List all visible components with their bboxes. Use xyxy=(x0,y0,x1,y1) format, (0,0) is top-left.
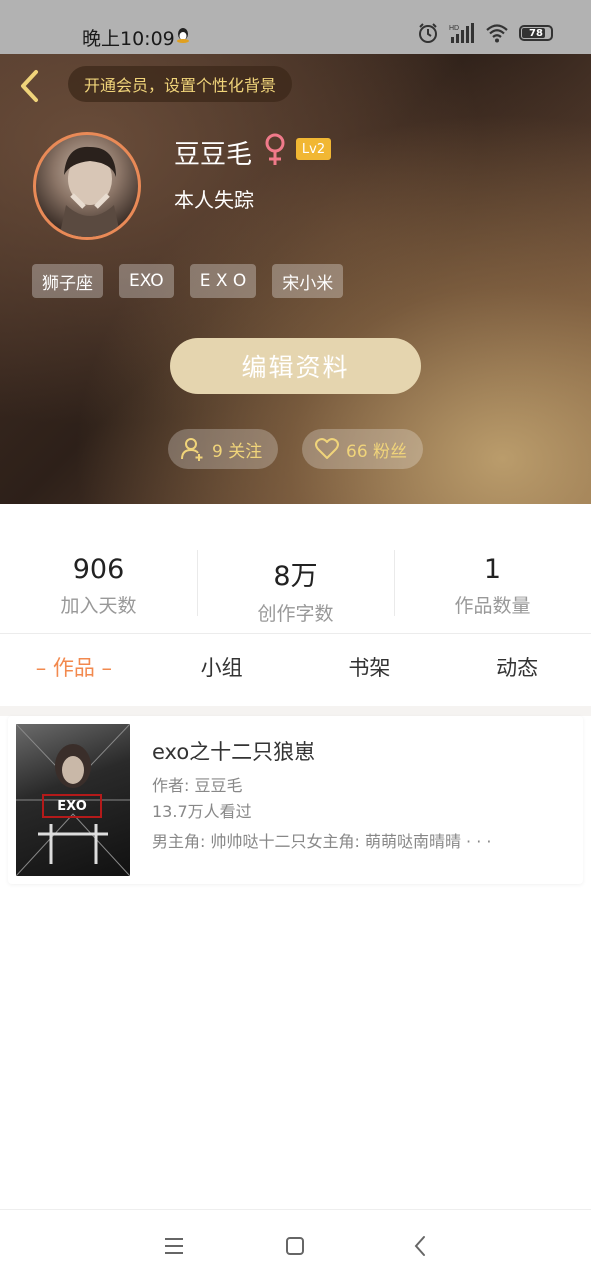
signature: 本人失踪 xyxy=(174,188,254,212)
qq-icon xyxy=(177,28,189,43)
work-views: 13.7万人看过 xyxy=(152,802,252,821)
tab-works[interactable]: – 作品 – xyxy=(0,652,148,692)
tag[interactable]: 宋小米 xyxy=(272,264,344,298)
alarm-icon xyxy=(419,23,437,43)
menu-button[interactable] xyxy=(160,1232,188,1260)
tag[interactable]: E X O xyxy=(189,264,257,298)
tab-bookshelf[interactable]: 书架 xyxy=(296,652,444,692)
cover-label: EXO xyxy=(42,794,102,818)
tag-list: 狮子座 EXO E X O 宋小米 xyxy=(32,264,344,298)
work-author: 作者: 豆豆毛 xyxy=(152,776,243,795)
vip-background-prompt[interactable]: 开通会员，设置个性化背景 xyxy=(68,66,293,102)
battery-text: 78 xyxy=(529,27,543,39)
stat-label: 创作字数 xyxy=(257,603,334,625)
status-time: 晚上10:09 xyxy=(82,28,175,50)
stat-value: 1 xyxy=(483,554,502,585)
home-square-icon xyxy=(286,1237,304,1255)
user-plus-icon xyxy=(181,438,203,461)
tab-groups[interactable]: 小组 xyxy=(148,652,296,692)
section-separator xyxy=(0,706,591,716)
home-button[interactable] xyxy=(281,1232,309,1260)
avatar[interactable] xyxy=(33,132,141,240)
system-nav-bar xyxy=(0,1209,591,1280)
avatar-image xyxy=(59,146,121,237)
divider xyxy=(0,633,591,634)
stat-value: 8万 xyxy=(273,561,318,592)
heart-icon xyxy=(315,438,339,459)
chevron-left-icon xyxy=(414,1236,425,1256)
following-button[interactable]: 9 关注 xyxy=(168,429,278,469)
tab-activity[interactable]: 动态 xyxy=(443,652,591,692)
work-description: 男主角: 帅帅哒十二只女主角: 萌萌哒南晴晴 · · · xyxy=(152,832,492,851)
following-label: 9 关注 xyxy=(212,441,263,462)
stat-label: 作品数量 xyxy=(454,595,531,617)
tab-bar: – 作品 – 小组 书架 动态 xyxy=(0,652,591,692)
nickname: 豆豆毛 xyxy=(174,140,253,170)
fans-button[interactable]: 66 粉丝 xyxy=(302,429,423,469)
tag[interactable]: EXO xyxy=(119,264,174,298)
menu-icon xyxy=(165,1238,183,1254)
tag[interactable]: 狮子座 xyxy=(32,264,103,298)
fans-label: 66 粉丝 xyxy=(346,441,408,462)
battery-icon: 78 xyxy=(519,25,553,41)
profile-header: 开通会员，设置个性化背景 豆豆毛 Lv2 本人失踪 狮子座 EXO E X O … xyxy=(0,54,591,504)
status-bar: 晚上10:09 HD 78 xyxy=(0,0,591,54)
edit-profile-button[interactable]: 编辑资料 xyxy=(170,338,421,394)
female-icon xyxy=(265,133,285,165)
stat-value: 906 xyxy=(72,554,125,585)
stat-word-count: 8万 创作字数 xyxy=(197,540,394,625)
back-arrow-icon[interactable] xyxy=(16,66,44,106)
system-back-button[interactable] xyxy=(406,1232,434,1260)
level-badge: Lv2 xyxy=(296,138,331,160)
stats-row: 906 加入天数 8万 创作字数 1 作品数量 xyxy=(0,540,591,625)
stat-works-count: 1 作品数量 xyxy=(394,540,591,620)
status-icons: HD 78 xyxy=(417,22,553,44)
stat-label: 加入天数 xyxy=(60,595,137,617)
signal-icon: HD xyxy=(449,23,474,43)
work-card[interactable]: EXO exo之十二只狼崽 作者: 豆豆毛 13.7万人看过 男主角: 帅帅哒十… xyxy=(8,716,583,884)
work-cover-image[interactable]: EXO xyxy=(16,724,130,876)
wifi-icon xyxy=(486,24,508,43)
stat-join-days: 906 加入天数 xyxy=(0,540,197,620)
work-title[interactable]: exo之十二只狼崽 xyxy=(152,736,315,766)
svg-text:HD: HD xyxy=(449,25,459,32)
